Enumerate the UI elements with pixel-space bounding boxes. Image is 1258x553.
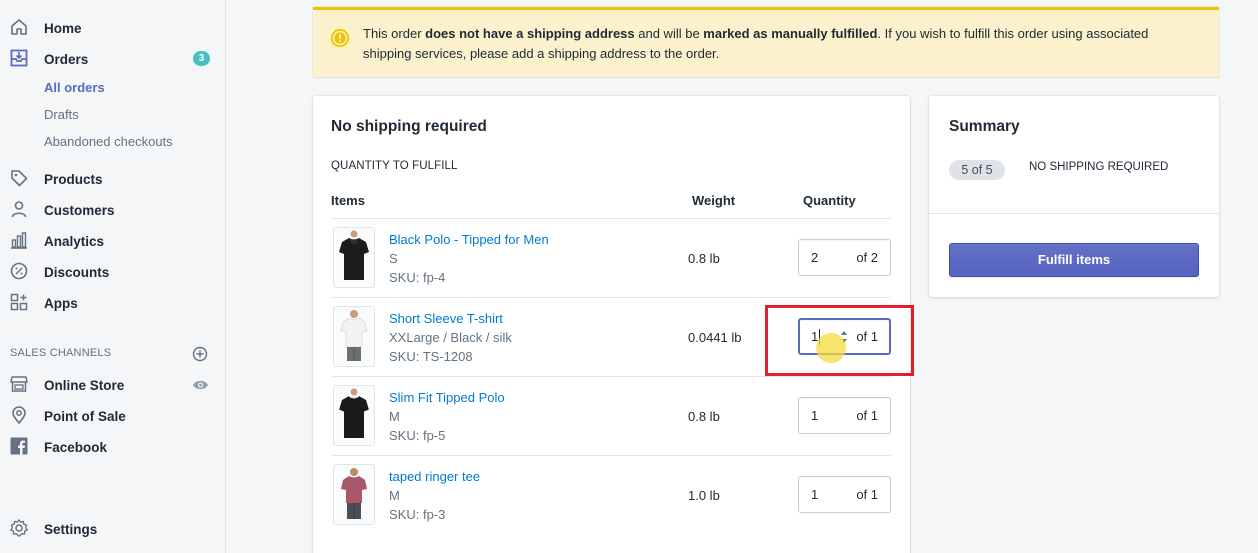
product-sku: SKU: fp-3 <box>389 507 446 522</box>
product-thumbnail <box>333 306 375 367</box>
quantity-input[interactable]: 1 of 1 <box>798 476 891 513</box>
apps-grid-icon <box>9 292 29 312</box>
sidebar-item-label: Apps <box>44 295 78 311</box>
eye-icon[interactable] <box>192 378 209 392</box>
gear-icon <box>9 518 29 538</box>
product-weight: 0.8 lb <box>688 409 720 424</box>
sales-channels-heading: SALES CHANNELS <box>10 347 112 359</box>
sidebar-item-products[interactable]: Products <box>0 166 226 192</box>
sidebar-item-online-store[interactable]: Online Store <box>0 372 226 398</box>
column-header-items: Items <box>331 193 365 208</box>
product-variant: M <box>389 409 400 424</box>
product-variant: XXLarge / Black / silk <box>389 330 512 345</box>
product-link[interactable]: Slim Fit Tipped Polo <box>389 390 505 405</box>
table-row: Black Polo - Tipped for Men S SKU: fp-4 … <box>331 218 891 297</box>
product-variant: M <box>389 488 400 503</box>
cursor-highlight <box>816 333 846 363</box>
subnav-drafts[interactable]: Drafts <box>44 107 79 122</box>
sidebar-item-label: Customers <box>44 202 115 218</box>
location-pin-icon <box>9 405 29 425</box>
sidebar-item-label: Online Store <box>44 377 125 393</box>
shipping-status: NO SHIPPING REQUIRED <box>1029 161 1169 173</box>
divider <box>929 213 1219 214</box>
table-row: Slim Fit Tipped Polo M SKU: fp-5 0.8 lb … <box>331 376 891 455</box>
subnav-all-orders[interactable]: All orders <box>44 80 105 95</box>
quantity-subheading: QUANTITY TO FULFILL <box>331 160 458 172</box>
sidebar: Home Orders 3 All orders Drafts Abandone… <box>0 0 226 553</box>
sidebar-item-label: Orders <box>44 51 89 67</box>
orders-count-badge: 3 <box>193 51 210 66</box>
sidebar-item-customers[interactable]: Customers <box>0 197 226 223</box>
orders-icon <box>9 48 29 68</box>
sidebar-item-apps[interactable]: Apps <box>0 290 226 316</box>
sidebar-item-label: Products <box>44 171 103 187</box>
store-icon <box>9 374 29 394</box>
home-icon <box>9 17 29 37</box>
quantity-value: 2 <box>811 250 819 265</box>
bar-chart-icon <box>9 230 29 250</box>
product-link[interactable]: Short Sleeve T-shirt <box>389 311 503 326</box>
product-link[interactable]: taped ringer tee <box>389 469 480 484</box>
product-sku: SKU: TS-1208 <box>389 349 473 364</box>
sidebar-item-label: Discounts <box>44 264 110 280</box>
sidebar-item-label: Analytics <box>44 233 105 249</box>
column-header-weight: Weight <box>692 193 736 208</box>
sidebar-item-label: Facebook <box>44 439 108 455</box>
item-count-badge: 5 of 5 <box>949 160 1005 180</box>
quantity-max: of 1 <box>856 487 878 502</box>
facebook-icon <box>9 436 29 456</box>
quantity-value: 1 <box>811 487 819 502</box>
tag-icon <box>9 168 29 188</box>
warning-icon <box>329 27 351 49</box>
quantity-max: of 2 <box>856 250 878 265</box>
sidebar-item-label: Home <box>44 20 82 36</box>
sidebar-item-home[interactable]: Home <box>0 15 226 41</box>
product-sku: SKU: fp-4 <box>389 270 446 285</box>
sidebar-item-orders[interactable]: Orders 3 <box>0 46 226 72</box>
sidebar-item-facebook[interactable]: Facebook <box>0 434 226 460</box>
product-variant: S <box>389 251 398 266</box>
sidebar-item-analytics[interactable]: Analytics <box>0 228 226 254</box>
product-thumbnail <box>333 464 375 525</box>
product-thumbnail <box>333 385 375 446</box>
summary-title: Summary <box>949 118 1020 135</box>
column-header-quantity: Quantity <box>803 193 856 208</box>
product-weight: 1.0 lb <box>688 488 720 503</box>
sidebar-item-label: Settings <box>44 521 98 537</box>
sidebar-item-label: Point of Sale <box>44 408 126 424</box>
product-weight: 0.0441 lb <box>688 330 742 345</box>
add-channel-icon[interactable] <box>192 346 208 362</box>
quantity-input[interactable]: 1 of 1 <box>798 397 891 434</box>
quantity-value: 1 <box>811 408 819 423</box>
card-title: No shipping required <box>331 118 487 135</box>
subnav-abandoned-checkouts[interactable]: Abandoned checkouts <box>44 134 173 149</box>
discount-icon <box>9 261 29 281</box>
product-link[interactable]: Black Polo - Tipped for Men <box>389 232 549 247</box>
quantity-input[interactable]: 2 of 2 <box>798 239 891 276</box>
summary-card: Summary 5 of 5 NO SHIPPING REQUIRED Fulf… <box>929 96 1219 297</box>
person-icon <box>9 199 29 219</box>
fulfill-items-button[interactable]: Fulfill items <box>949 243 1199 277</box>
table-row: taped ringer tee M SKU: fp-3 1.0 lb 1 of… <box>331 455 891 534</box>
warning-banner: This order does not have a shipping addr… <box>313 7 1219 77</box>
product-sku: SKU: fp-5 <box>389 428 446 443</box>
product-thumbnail <box>333 227 375 288</box>
banner-message: This order does not have a shipping addr… <box>363 26 1149 61</box>
sidebar-item-settings[interactable]: Settings <box>0 516 226 542</box>
sidebar-item-point-of-sale[interactable]: Point of Sale <box>0 403 226 429</box>
sidebar-item-discounts[interactable]: Discounts <box>0 259 226 285</box>
quantity-max: of 1 <box>856 408 878 423</box>
product-weight: 0.8 lb <box>688 251 720 266</box>
